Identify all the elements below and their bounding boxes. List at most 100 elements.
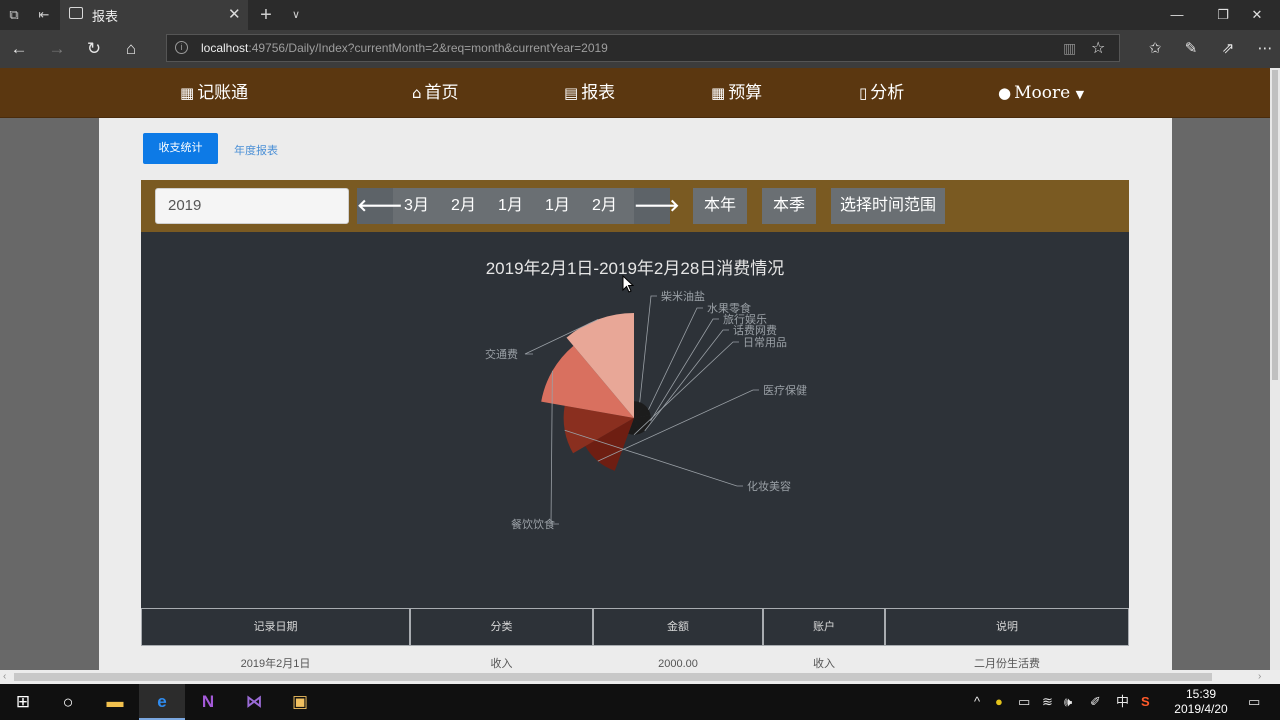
photo-app-icon[interactable]: ▣ <box>277 684 323 720</box>
scroll-left-icon[interactable]: ‹ <box>3 670 6 684</box>
system-clock[interactable]: 15:39 2019/4/20 <box>1166 687 1236 717</box>
date-toolbar: 2019 🡐 3月 2月 1月 1月 2月 🡒 本年 本季 选择时间范围 <box>141 180 1129 232</box>
home-icon: ⌂ <box>412 84 422 102</box>
records-table: 记录日期 分类 金额 账户 说明 2019年2月1日 收入 2000.00 收入… <box>141 608 1129 670</box>
set-tabs-aside-icon[interactable]: ⇤ <box>34 5 54 25</box>
cortana-search-icon[interactable]: ○ <box>45 684 91 720</box>
more-icon[interactable]: ⋯ <box>1253 38 1277 60</box>
pen-workspace-icon[interactable]: ✐ <box>1090 693 1101 711</box>
close-tab-icon[interactable]: ✕ <box>228 5 241 25</box>
action-center-icon[interactable]: ▭ <box>1248 693 1260 711</box>
clock-date: 2019/4/20 <box>1174 702 1228 716</box>
close-window-button[interactable]: ✕ <box>1234 0 1280 30</box>
column-header[interactable]: 分类 <box>410 608 593 646</box>
scroll-thumb[interactable] <box>1272 70 1278 380</box>
month-selector: 🡐 3月 2月 1月 1月 2月 🡒 <box>357 188 680 224</box>
favorites-hub-icon[interactable]: ✩ <box>1143 38 1167 60</box>
column-header[interactable]: 记录日期 <box>141 608 410 646</box>
user-menu[interactable]: ● Moore ▼ <box>998 81 1084 105</box>
browser-tab-bar: ⧉ ⇤ 报表 ✕ + ∨ — ❐ ✕ <box>0 0 1280 30</box>
new-tab-icon[interactable]: + <box>256 5 276 25</box>
month-button[interactable]: 3月 <box>393 188 440 224</box>
mouse-cursor-icon <box>622 275 634 293</box>
table-cell: 2019年2月1日 <box>240 658 311 670</box>
favorite-star-icon[interactable]: ☆ <box>1091 38 1105 58</box>
nav-home[interactable]: ⌂ 首页 <box>412 81 459 105</box>
windows-start-icon[interactable]: ⊞ <box>0 684 46 720</box>
label-leader-line <box>644 329 729 432</box>
edge-browser-icon[interactable]: e <box>139 684 185 720</box>
site-info-icon[interactable]: i <box>175 41 188 54</box>
scroll-right-icon[interactable]: › <box>1258 670 1261 684</box>
forward-icon[interactable]: → <box>45 38 69 60</box>
refresh-icon[interactable]: ↻ <box>82 38 106 60</box>
nav-analysis[interactable]: ▯ 分析 <box>859 81 904 105</box>
chart-icon: ▯ <box>859 84 868 102</box>
column-header[interactable]: 说明 <box>885 608 1129 646</box>
share-icon[interactable]: ⇗ <box>1216 38 1240 60</box>
brand-link[interactable]: ▦ 记账通 <box>180 81 248 105</box>
onenote-icon[interactable]: N <box>185 684 231 720</box>
table-cell: 收入 <box>490 658 513 670</box>
year-input[interactable]: 2019 <box>155 188 349 224</box>
label-leader-line <box>564 429 743 487</box>
horizontal-scrollbar[interactable]: ‹ › <box>0 670 1280 684</box>
this-year-button[interactable]: 本年 <box>693 188 747 224</box>
month-button[interactable]: 1月 <box>534 188 581 224</box>
select-range-button[interactable]: 选择时间范围 <box>831 188 945 224</box>
page-icon <box>69 7 83 19</box>
windows-taskbar: ⊞ ○ ▬ e N ⋈ ▣ ^ ● ▭ ≋ 🕪 ✐ 中 S 15:39 2019… <box>0 684 1280 720</box>
table-icon: ▤ <box>564 84 579 102</box>
slice-label: 交通费 <box>485 347 518 361</box>
web-note-icon[interactable]: ✎ <box>1179 38 1203 60</box>
table-cell: 收入 <box>813 658 835 670</box>
browser-address-bar: ← → ↻ ⌂ i localhost:49756/Daily/Index?cu… <box>0 30 1280 68</box>
visual-studio-icon[interactable]: ⋈ <box>231 684 277 720</box>
column-header[interactable]: 金额 <box>593 608 763 646</box>
calendar-icon: ▦ <box>180 84 195 102</box>
wifi-icon[interactable]: ≋ <box>1042 693 1053 711</box>
clock-time: 15:39 <box>1185 687 1217 701</box>
scroll-thumb[interactable] <box>14 673 1212 681</box>
calculator-icon: ▦ <box>711 84 726 102</box>
tab-preview-chevron-icon[interactable]: ∨ <box>286 5 306 25</box>
table-row[interactable]: 2019年2月1日 收入 2000.00 收入 二月份生活费 <box>141 646 1129 670</box>
table-cell: 2000.00 <box>658 658 698 670</box>
battery-icon[interactable]: ▭ <box>1018 693 1030 711</box>
month-button[interactable]: 2月 <box>440 188 487 224</box>
rose-pie-chart: 柴米油盐水果零食旅行娱乐话费网费日常用品医疗保健化妆美容餐饮饮食交通费 <box>485 289 807 531</box>
slice-label: 柴米油盐 <box>661 289 705 303</box>
prev-arrow-icon[interactable]: 🡐 <box>357 188 403 224</box>
table-cell: 二月份生活费 <box>974 658 1040 670</box>
file-explorer-icon[interactable]: ▬ <box>92 684 138 720</box>
back-icon[interactable]: ← <box>7 38 31 60</box>
show-hidden-icons-icon[interactable]: ^ <box>974 693 980 711</box>
reading-view-icon[interactable]: ▥ <box>1063 40 1076 57</box>
nav-budget[interactable]: ▦ 预算 <box>711 81 762 105</box>
url-text: localhost:49756/Daily/Index?currentMonth… <box>201 41 608 55</box>
month-button[interactable]: 1月 <box>487 188 534 224</box>
slice-label: 日常用品 <box>743 336 787 349</box>
site-navbar: ▦ 记账通 ⌂ 首页 ▤ 报表 ▦ 预算 ▯ 分析 ● Moore ▼ <box>0 68 1270 118</box>
url-field[interactable]: i localhost:49756/Daily/Index?currentMon… <box>166 34 1120 62</box>
tab-title: 报表 <box>92 9 119 24</box>
slice-label: 餐饮饮食 <box>511 517 555 531</box>
tab-income-expense-stats[interactable]: 收支统计 <box>143 133 218 164</box>
month-button[interactable]: 2月 <box>581 188 628 224</box>
nav-report[interactable]: ▤ 报表 <box>564 81 615 105</box>
ime-indicator[interactable]: 中 <box>1116 693 1129 711</box>
tab-actions-icon[interactable]: ⧉ <box>4 5 24 25</box>
tab-annual-report[interactable]: 年度报表 <box>234 142 278 158</box>
volume-icon[interactable]: 🕪 <box>1064 693 1072 711</box>
vertical-scrollbar[interactable] <box>1270 68 1280 670</box>
this-quarter-button[interactable]: 本季 <box>762 188 816 224</box>
column-header[interactable]: 账户 <box>763 608 885 646</box>
caret-down-icon: ▼ <box>1075 88 1085 101</box>
minimize-button[interactable]: — <box>1154 0 1200 30</box>
app-tray-icon[interactable]: ● <box>995 693 1003 711</box>
sogou-input-icon[interactable]: S <box>1141 693 1150 711</box>
browser-tab[interactable]: 报表 ✕ <box>60 0 248 30</box>
label-leader-line <box>648 307 703 410</box>
next-arrow-icon[interactable]: 🡒 <box>634 188 680 224</box>
home-icon[interactable]: ⌂ <box>119 38 143 60</box>
